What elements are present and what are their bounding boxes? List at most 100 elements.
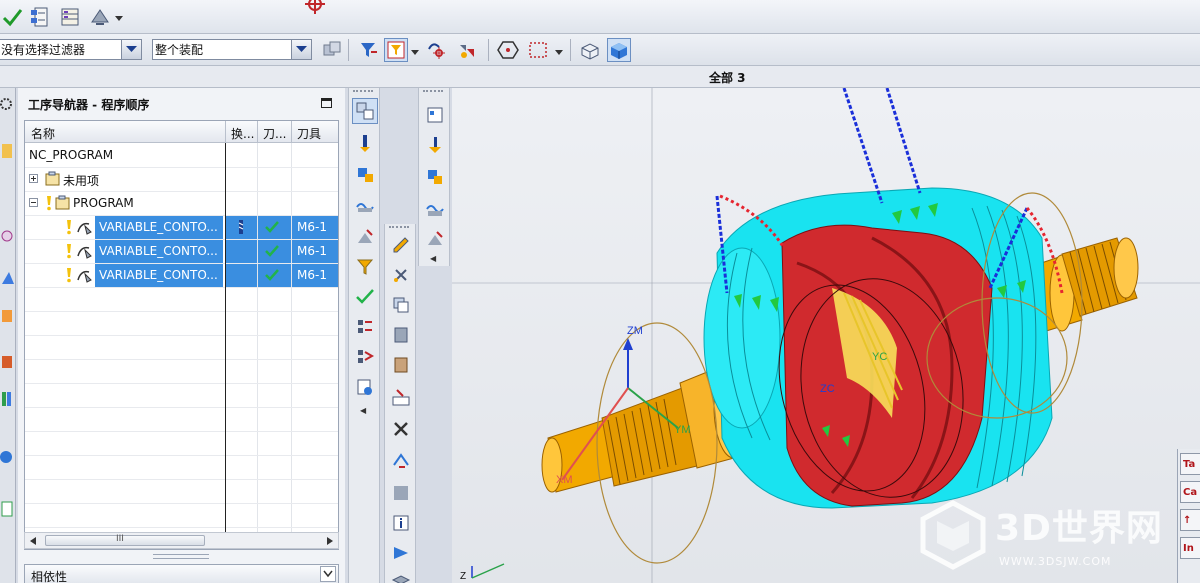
collapse-minus-icon[interactable] bbox=[29, 197, 39, 211]
chevron-down-icon[interactable] bbox=[320, 566, 336, 582]
general-selection-icon[interactable] bbox=[356, 38, 380, 62]
crosshair-icon[interactable] bbox=[303, 0, 327, 16]
toolbar-overflow-arrow-icon[interactable]: ◀ bbox=[360, 406, 366, 415]
snap-point-icon[interactable] bbox=[424, 38, 448, 62]
toolbar-grip[interactable] bbox=[389, 226, 409, 230]
create-geometry-icon[interactable] bbox=[352, 162, 378, 188]
create-geometry-icon[interactable] bbox=[422, 164, 448, 190]
postprocess-icon[interactable] bbox=[352, 374, 378, 400]
tree-row-operation[interactable]: VARIABLE_CONTO... M6-1 bbox=[25, 264, 338, 288]
information-icon[interactable] bbox=[388, 510, 414, 536]
column-header-toolpath[interactable]: 刀... bbox=[263, 125, 286, 142]
column-divider[interactable] bbox=[257, 121, 258, 143]
program-view-icon[interactable] bbox=[28, 5, 52, 29]
tree-row-operation[interactable]: VARIABLE_CONTO... M6-1 bbox=[25, 216, 338, 240]
replay-toolpath-icon[interactable] bbox=[352, 344, 378, 370]
gear-icon[interactable] bbox=[0, 94, 16, 116]
column-header-name[interactable]: 名称 bbox=[31, 125, 55, 142]
tree-row-unused-items[interactable]: 未用项 bbox=[25, 168, 338, 192]
transform-object-icon[interactable] bbox=[388, 448, 414, 474]
resource-bar bbox=[0, 88, 16, 583]
maximize-icon[interactable] bbox=[321, 98, 332, 108]
create-program-icon[interactable] bbox=[422, 102, 448, 128]
status-count: 全部 3 bbox=[709, 71, 746, 85]
panel-button[interactable]: Ta bbox=[1180, 453, 1200, 475]
wireframe-view-icon[interactable] bbox=[578, 38, 602, 62]
status-strip: 全部 3 bbox=[0, 66, 1200, 88]
tree-row-program[interactable]: PROGRAM bbox=[25, 192, 338, 216]
assembly-selection-icon[interactable] bbox=[320, 38, 344, 62]
edit-object-icon[interactable] bbox=[388, 232, 414, 258]
type-filter-combo[interactable]: 没有选择过滤器 bbox=[0, 39, 142, 60]
column-divider[interactable] bbox=[291, 121, 292, 143]
combo-chevron-down-icon[interactable] bbox=[121, 40, 141, 59]
paste-object-icon[interactable] bbox=[388, 322, 414, 348]
part-navigator-icon[interactable] bbox=[0, 226, 16, 248]
rename-object-icon[interactable] bbox=[388, 384, 414, 410]
column-header-tool[interactable]: 刀具 bbox=[297, 125, 321, 142]
verify-toolpath-icon[interactable] bbox=[352, 284, 378, 310]
toolbar-grip[interactable] bbox=[423, 90, 443, 94]
toolbar-dropdown-arrow-icon[interactable] bbox=[554, 46, 564, 60]
scroll-left-icon[interactable] bbox=[29, 536, 37, 546]
horizontal-scrollbar[interactable]: III bbox=[24, 532, 339, 549]
create-tool-icon[interactable] bbox=[352, 130, 378, 156]
empty-row bbox=[25, 480, 338, 504]
toolpath-ok-checkmark-icon bbox=[265, 268, 279, 285]
empty-row bbox=[25, 408, 338, 432]
view-triad: Z bbox=[460, 563, 505, 582]
pane-splitter[interactable] bbox=[153, 554, 209, 559]
simulate-icon[interactable] bbox=[388, 540, 414, 566]
feature-group-icon[interactable] bbox=[352, 254, 378, 280]
empty-row bbox=[25, 456, 338, 480]
toolbar-grip[interactable] bbox=[353, 90, 373, 94]
copy-object-icon[interactable] bbox=[388, 292, 414, 318]
selection-scope-combo[interactable]: 整个装配 bbox=[152, 39, 312, 60]
paste-inside-icon[interactable] bbox=[388, 352, 414, 378]
history-icon[interactable] bbox=[0, 498, 16, 520]
point-snap-icon[interactable] bbox=[496, 38, 520, 62]
scrollbar-thumb[interactable]: III bbox=[45, 534, 205, 546]
toolbar-overflow-arrow-icon[interactable]: ◀ bbox=[430, 254, 436, 263]
create-program-icon[interactable] bbox=[352, 98, 378, 124]
toolbar-dropdown-arrow-icon[interactable] bbox=[114, 12, 124, 26]
create-operation-icon[interactable] bbox=[422, 226, 448, 252]
checkmark-icon[interactable] bbox=[0, 5, 24, 29]
display-object-icon[interactable] bbox=[388, 480, 414, 506]
shaded-view-icon[interactable] bbox=[607, 38, 631, 62]
watermark-brand: 3D世界网 bbox=[995, 508, 1163, 549]
insert-toolbar: ◀ bbox=[348, 88, 380, 583]
column-divider[interactable] bbox=[225, 121, 226, 143]
create-method-icon[interactable] bbox=[422, 196, 448, 222]
expand-plus-icon[interactable] bbox=[29, 173, 39, 187]
assembly-navigator-icon[interactable] bbox=[0, 140, 16, 162]
create-method-icon[interactable] bbox=[352, 192, 378, 218]
column-header-tool-change[interactable]: 换... bbox=[231, 125, 254, 142]
web-browser-icon[interactable] bbox=[0, 446, 16, 468]
tree-row-nc-program[interactable]: NC_PROGRAM bbox=[25, 144, 338, 168]
feature-navigator-icon[interactable] bbox=[0, 350, 16, 372]
create-tool-icon[interactable] bbox=[422, 132, 448, 158]
create-operation-icon[interactable] bbox=[352, 224, 378, 250]
scroll-right-icon[interactable] bbox=[326, 536, 334, 546]
machine-navigator-icon[interactable] bbox=[0, 306, 16, 328]
rectangle-selection-icon[interactable] bbox=[526, 38, 550, 62]
machine-tool-view-icon[interactable] bbox=[58, 5, 82, 29]
tree-row-operation[interactable]: VARIABLE_CONTO... M6-1 bbox=[25, 240, 338, 264]
combo-chevron-down-icon[interactable] bbox=[291, 40, 311, 59]
warning-status-icon bbox=[65, 218, 73, 239]
row-tool: M6-1 bbox=[297, 268, 327, 282]
filter-highlight-icon[interactable] bbox=[384, 38, 408, 62]
row-name: VARIABLE_CONTO... bbox=[99, 220, 218, 234]
show-hide-icon[interactable] bbox=[456, 38, 480, 62]
generate-toolpath-icon[interactable] bbox=[352, 314, 378, 340]
name-column-separator[interactable] bbox=[225, 143, 226, 549]
cut-object-icon[interactable] bbox=[388, 262, 414, 288]
dependencies-panel-header[interactable]: 相依性 bbox=[24, 564, 339, 583]
geometry-view-icon[interactable] bbox=[88, 5, 112, 29]
delete-object-icon[interactable] bbox=[388, 416, 414, 442]
reuse-library-icon[interactable] bbox=[0, 388, 16, 410]
toolbar-dropdown-arrow-icon[interactable] bbox=[410, 46, 420, 60]
layer-icon[interactable] bbox=[388, 568, 414, 583]
operation-navigator-icon[interactable] bbox=[0, 268, 16, 290]
